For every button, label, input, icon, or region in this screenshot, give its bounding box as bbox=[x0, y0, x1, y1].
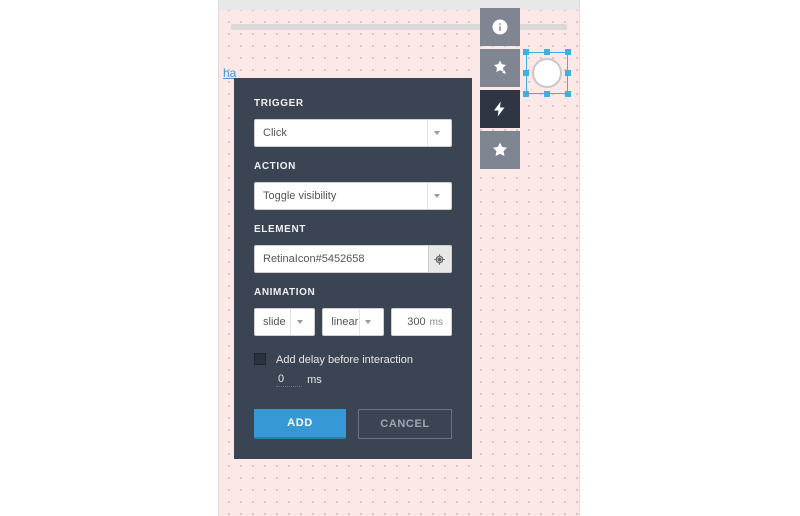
animation-label: ANIMATION bbox=[254, 287, 452, 298]
trigger-label: TRIGGER bbox=[254, 98, 452, 109]
animation-type-select[interactable]: slide bbox=[254, 308, 315, 336]
button-row: ADD CANCEL bbox=[254, 409, 452, 439]
lightning-icon bbox=[491, 100, 509, 118]
element-label: ELEMENT bbox=[254, 224, 452, 235]
favorites-tool[interactable] bbox=[480, 131, 520, 169]
action-field: ACTION Toggle visibility bbox=[254, 161, 452, 210]
animation-easing-select[interactable]: linear bbox=[322, 308, 383, 336]
animation-field: ANIMATION slide linear 300 ms bbox=[254, 287, 452, 336]
resize-handle[interactable] bbox=[544, 91, 550, 97]
styles-tool[interactable] bbox=[480, 49, 520, 87]
chevron-down-icon bbox=[290, 309, 308, 335]
chevron-down-icon bbox=[359, 309, 377, 335]
animation-duration-value: 300 bbox=[407, 316, 425, 328]
element-input[interactable]: RetinaIcon#5452658 bbox=[254, 245, 428, 273]
element-toolbar bbox=[480, 8, 520, 169]
selected-element[interactable] bbox=[526, 52, 568, 94]
chevron-down-icon bbox=[427, 120, 445, 146]
resize-handle[interactable] bbox=[523, 49, 529, 55]
animation-easing-value: linear bbox=[331, 316, 358, 328]
add-button[interactable]: ADD bbox=[254, 409, 346, 439]
element-value: RetinaIcon#5452658 bbox=[263, 253, 365, 265]
info-tool[interactable] bbox=[480, 8, 520, 46]
selection-frame bbox=[526, 52, 568, 94]
crosshair-icon bbox=[433, 253, 446, 266]
delay-value-row: 0 ms bbox=[276, 373, 452, 387]
delay-input[interactable]: 0 bbox=[276, 373, 302, 387]
resize-handle[interactable] bbox=[565, 91, 571, 97]
interactions-tool[interactable] bbox=[480, 90, 520, 128]
info-icon bbox=[491, 18, 509, 36]
resize-handle[interactable] bbox=[565, 49, 571, 55]
interaction-panel: TRIGGER Click ACTION Toggle visibility E… bbox=[234, 78, 472, 459]
action-label: ACTION bbox=[254, 161, 452, 172]
cancel-button[interactable]: CANCEL bbox=[358, 409, 452, 439]
action-value: Toggle visibility bbox=[263, 190, 336, 202]
trigger-field: TRIGGER Click bbox=[254, 98, 452, 147]
star-icon bbox=[491, 141, 509, 159]
resize-handle[interactable] bbox=[523, 70, 529, 76]
element-field: ELEMENT RetinaIcon#5452658 bbox=[254, 224, 452, 273]
trigger-select[interactable]: Click bbox=[254, 119, 452, 147]
delay-label: Add delay before interaction bbox=[276, 352, 413, 369]
paint-star-icon bbox=[491, 59, 509, 77]
resize-handle[interactable] bbox=[523, 91, 529, 97]
animation-type-value: slide bbox=[263, 316, 286, 328]
resize-handle[interactable] bbox=[544, 49, 550, 55]
delay-checkbox-row: Add delay before interaction bbox=[254, 352, 452, 369]
action-select[interactable]: Toggle visibility bbox=[254, 182, 452, 210]
chevron-down-icon bbox=[427, 183, 445, 209]
resize-handle[interactable] bbox=[565, 70, 571, 76]
trigger-value: Click bbox=[263, 127, 287, 139]
animation-duration-input[interactable]: 300 ms bbox=[391, 308, 452, 336]
delay-checkbox[interactable] bbox=[254, 353, 266, 365]
target-picker-button[interactable] bbox=[428, 245, 452, 273]
animation-duration-unit: ms bbox=[430, 317, 443, 328]
delay-unit: ms bbox=[307, 374, 322, 386]
